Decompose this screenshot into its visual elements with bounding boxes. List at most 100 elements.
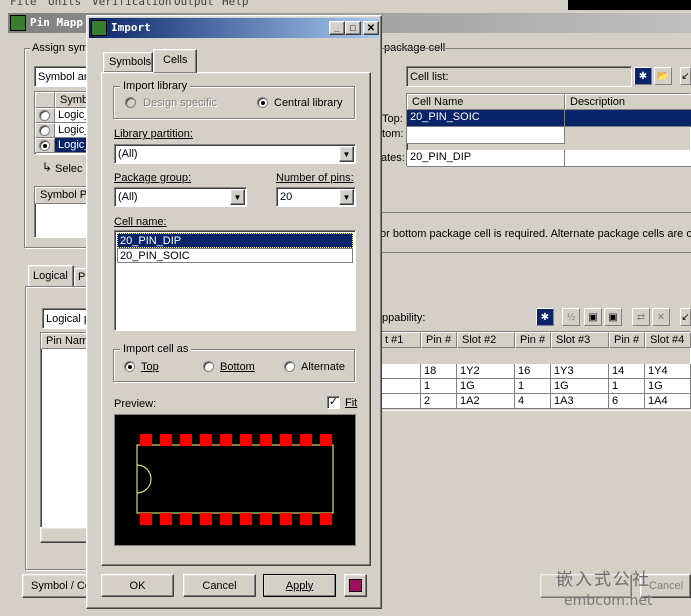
symbol-combo[interactable]: Symbol an bbox=[34, 66, 94, 87]
table-cell[interactable] bbox=[380, 394, 421, 409]
import-dialog: Import _ □ ✕ Symbols Cells Import librar… bbox=[86, 15, 382, 609]
menu-bar: File Units Verification Output Help bbox=[0, 0, 691, 10]
symbol-grid[interactable]: Symb Logic_ Logic_ Logic_ bbox=[34, 91, 95, 155]
pin1-notch bbox=[136, 464, 152, 494]
symbol-row-radio[interactable] bbox=[39, 125, 50, 136]
import-cell-as-label: Import cell as bbox=[120, 343, 192, 355]
alternates-label: ates: bbox=[381, 152, 405, 164]
symbol-row-radio[interactable] bbox=[39, 140, 50, 151]
menu-verification[interactable]: Verification bbox=[92, 0, 171, 8]
pin-table-header: Pin # bbox=[515, 332, 551, 348]
table-cell[interactable]: 1G bbox=[457, 379, 515, 394]
alternate-radio[interactable] bbox=[284, 361, 295, 372]
table-cell[interactable] bbox=[380, 379, 421, 394]
number-of-pins-combo[interactable]: 20 ▼ bbox=[276, 187, 356, 207]
cancel-button[interactable]: Cancel bbox=[183, 574, 256, 597]
top-cell-description[interactable] bbox=[565, 110, 691, 127]
table-cell[interactable]: 1Y3 bbox=[551, 364, 609, 379]
tab-cells[interactable]: Cells bbox=[153, 49, 197, 73]
fit-checkbox[interactable]: ✓ bbox=[327, 396, 340, 409]
table-cell[interactable]: 1G bbox=[551, 379, 609, 394]
open-folder-icon[interactable]: 📂 bbox=[654, 67, 672, 85]
pin-mapping-title: Pin Mapp bbox=[30, 16, 83, 29]
star-icon[interactable]: ✱ bbox=[634, 67, 652, 85]
maximize-button[interactable]: □ bbox=[345, 21, 361, 35]
alternate-option-label[interactable]: Alternate bbox=[301, 361, 345, 373]
numbered-list-icon[interactable]: ½ bbox=[562, 308, 580, 326]
table-cell[interactable]: 14 bbox=[609, 364, 645, 379]
apply-button[interactable]: Apply bbox=[263, 574, 336, 597]
pin-table-header: Pin # bbox=[421, 332, 457, 348]
menu-file[interactable]: File bbox=[10, 0, 37, 8]
central-library-radio[interactable] bbox=[257, 97, 268, 108]
package-group-label: Package group: bbox=[114, 172, 192, 184]
watermark-line2: embcom.net bbox=[564, 593, 653, 609]
menu-output[interactable]: Output bbox=[174, 0, 214, 8]
cell-assignment-grid: Cell Name Description 20_PIN_SOIC 20_PIN… bbox=[406, 93, 691, 167]
table-cell[interactable]: 1A3 bbox=[551, 394, 609, 409]
central-library-label[interactable]: Central library bbox=[274, 97, 342, 109]
package-hint-text: or bottom package cell is required. Alte… bbox=[380, 228, 691, 240]
design-specific-radio[interactable] bbox=[125, 97, 136, 108]
table-cell[interactable]: 6 bbox=[609, 394, 645, 409]
ok-button[interactable]: OK bbox=[101, 574, 174, 597]
arrow-icon[interactable]: ↙ bbox=[680, 308, 691, 326]
table-cell[interactable]: 16 bbox=[515, 364, 551, 379]
symbol-pin-grid[interactable]: Symbol P bbox=[34, 186, 95, 238]
cell-list-combo[interactable]: Cell list: bbox=[406, 66, 632, 87]
delete-grid-icon[interactable]: ✕ bbox=[652, 308, 670, 326]
alternate-cell-value[interactable]: 20_PIN_DIP bbox=[407, 150, 565, 167]
design-specific-label[interactable]: Design specific bbox=[143, 97, 217, 109]
chevron-down-icon[interactable]: ▼ bbox=[230, 189, 245, 205]
app-icon bbox=[10, 15, 26, 31]
alternate-cell-description[interactable] bbox=[565, 150, 691, 167]
list-item[interactable]: 20_PIN_SOIC bbox=[117, 248, 353, 263]
table-cell[interactable]: 4 bbox=[515, 394, 551, 409]
clipboard-icon[interactable]: ▣ bbox=[584, 308, 602, 326]
bottom-option-label[interactable]: Bottom bbox=[220, 361, 255, 373]
bottom-radio[interactable] bbox=[203, 361, 214, 372]
clipboard-paste-icon[interactable]: ▣ bbox=[604, 308, 622, 326]
table-cell[interactable]: 1 bbox=[515, 379, 551, 394]
tab-symbols[interactable]: Symbols bbox=[103, 52, 153, 72]
number-of-pins-label: Number of pins: bbox=[276, 172, 354, 184]
top-radio[interactable] bbox=[124, 361, 135, 372]
separator-line-2 bbox=[380, 252, 691, 253]
table-cell[interactable]: 18 bbox=[421, 364, 457, 379]
chevron-down-icon[interactable]: ▼ bbox=[339, 146, 354, 162]
library-partition-combo[interactable]: (All) ▼ bbox=[114, 144, 356, 164]
select-label: Selec bbox=[55, 163, 83, 175]
pin-table-header: t #1 bbox=[380, 332, 421, 348]
mappability-label: ppability: bbox=[382, 312, 426, 324]
help-book-icon[interactable] bbox=[344, 574, 367, 597]
table-cell[interactable]: 1G bbox=[645, 379, 691, 394]
top-option-label[interactable]: Top bbox=[141, 361, 159, 373]
menu-units[interactable]: Units bbox=[48, 0, 81, 8]
close-button[interactable]: ✕ bbox=[363, 21, 379, 35]
minimize-button[interactable]: _ bbox=[329, 21, 345, 35]
table-cell[interactable]: 2 bbox=[421, 394, 457, 409]
chevron-down-icon[interactable]: ▼ bbox=[339, 189, 354, 205]
table-cell[interactable]: 1Y4 bbox=[645, 364, 691, 379]
symbol-row-radio[interactable] bbox=[39, 110, 50, 121]
top-cell-value[interactable]: 20_PIN_SOIC bbox=[407, 110, 565, 127]
menu-help[interactable]: Help bbox=[222, 0, 249, 8]
table-cell[interactable]: 1A2 bbox=[457, 394, 515, 409]
swap-icon[interactable]: ⇄ bbox=[632, 308, 650, 326]
library-partition-label: Library partition: bbox=[114, 128, 193, 140]
package-group-combo[interactable]: (All) ▼ bbox=[114, 187, 247, 207]
list-item[interactable]: 20_PIN_DIP bbox=[117, 233, 353, 248]
cell-name-listbox[interactable]: 20_PIN_DIP 20_PIN_SOIC bbox=[114, 230, 356, 331]
package-cell-group-line bbox=[380, 48, 691, 49]
symbol-cell-button[interactable]: Symbol / Ce bbox=[22, 574, 92, 598]
tab-logical[interactable]: Logical bbox=[28, 265, 74, 287]
cell-name-header: Cell Name bbox=[407, 94, 565, 110]
bottom-cell-value[interactable] bbox=[407, 127, 565, 144]
table-cell[interactable]: 1Y2 bbox=[457, 364, 515, 379]
table-cell[interactable]: 1A4 bbox=[645, 394, 691, 409]
table-cell[interactable] bbox=[380, 364, 421, 379]
arrow-icon[interactable]: ↙ bbox=[680, 67, 691, 85]
star-icon[interactable]: ✱ bbox=[536, 308, 554, 326]
table-cell[interactable]: 1 bbox=[421, 379, 457, 394]
table-cell[interactable]: 1 bbox=[609, 379, 645, 394]
